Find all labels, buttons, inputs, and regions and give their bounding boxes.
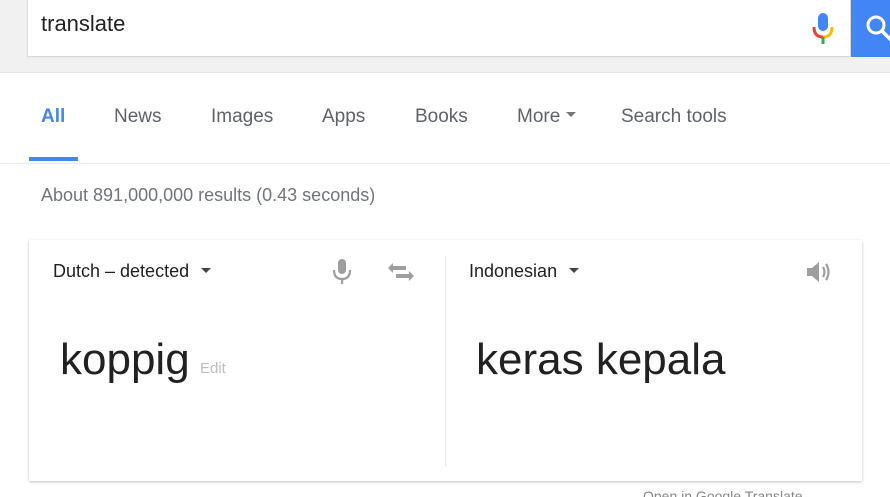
tab-all[interactable]: All [41, 106, 65, 128]
source-language-label: Dutch – detected [53, 261, 190, 281]
search-button[interactable] [851, 0, 890, 57]
speaker-icon[interactable] [804, 258, 834, 291]
search-tabs: All News Images Apps Books More Search t… [0, 74, 890, 164]
tab-books[interactable]: Books [415, 106, 468, 128]
swap-languages-icon[interactable] [386, 260, 416, 289]
tab-images[interactable]: Images [211, 106, 273, 128]
search-input[interactable] [41, 8, 781, 40]
dropdown-caret-icon [201, 267, 212, 273]
translated-text: keras kepala [476, 335, 726, 384]
edit-link[interactable]: Edit [200, 360, 226, 377]
search-header [0, 0, 890, 73]
dropdown-caret-icon [566, 112, 577, 118]
result-stats: About 891,000,000 results (0.43 seconds) [41, 185, 376, 205]
search-icon [866, 15, 890, 42]
source-text[interactable]: koppig [60, 335, 190, 385]
target-language-label: Indonesian [469, 261, 558, 281]
tab-apps[interactable]: Apps [322, 106, 365, 128]
translate-card: Dutch – detected Indonesian koppig Edit … [29, 240, 862, 481]
tab-more-label: More [517, 106, 561, 127]
source-microphone-icon[interactable] [331, 258, 353, 291]
search-box[interactable] [27, 0, 851, 57]
target-language-select[interactable]: Indonesian [469, 261, 580, 282]
tab-news[interactable]: News [114, 106, 162, 128]
open-in-translate-link[interactable]: Open in Google Translate [643, 488, 803, 497]
dropdown-caret-icon [569, 267, 580, 273]
panel-divider [445, 256, 446, 466]
tab-search-tools[interactable]: Search tools [621, 106, 727, 128]
tab-more[interactable]: More [517, 106, 577, 128]
microphone-icon[interactable] [809, 11, 837, 47]
active-tab-indicator [29, 157, 78, 161]
source-language-select[interactable]: Dutch – detected [53, 261, 212, 282]
